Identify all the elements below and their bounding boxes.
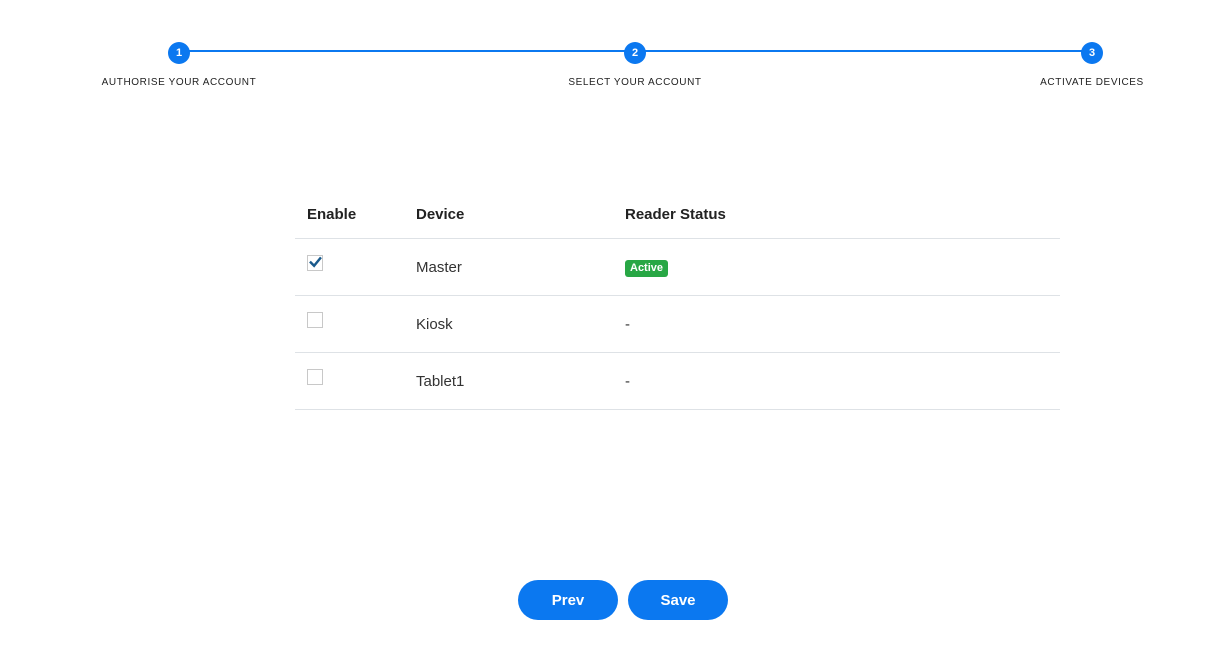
enable-cell [295, 238, 404, 296]
reader-status: - [613, 295, 1060, 353]
prev-button[interactable]: Prev [518, 580, 618, 620]
checkmark-icon [309, 256, 322, 268]
step-3-label: ACTIVATE DEVICES [1040, 77, 1144, 88]
step-2-circle: 2 [624, 42, 646, 64]
step-2-label: SELECT YOUR ACCOUNT [568, 77, 702, 88]
reader-status-cell: Active [613, 238, 1060, 296]
device-name: Kiosk [404, 295, 613, 353]
step-3-circle: 3 [1081, 42, 1103, 64]
reader-status: - [613, 352, 1060, 410]
enable-checkbox-tablet1[interactable] [307, 369, 323, 385]
enable-checkbox-master[interactable] [307, 255, 323, 271]
device-table: Enable Device Reader Status Master Activ… [295, 190, 1060, 410]
header-enable: Enable [295, 190, 404, 239]
save-button[interactable]: Save [628, 580, 728, 620]
step-1-circle: 1 [168, 42, 190, 64]
header-device: Device [404, 190, 613, 239]
header-reader-status: Reader Status [613, 190, 1060, 239]
progress-stepper: 1 AUTHORISE YOUR ACCOUNT 2 SELECT YOUR A… [0, 0, 1207, 110]
table-row: Master Active [295, 238, 1060, 296]
enable-cell [295, 352, 404, 410]
page: 1 AUTHORISE YOUR ACCOUNT 2 SELECT YOUR A… [0, 0, 1207, 651]
table-row: Kiosk - [295, 295, 1060, 353]
table-header-row: Enable Device Reader Status [295, 190, 1060, 239]
device-name: Master [404, 238, 613, 296]
enable-checkbox-kiosk[interactable] [307, 312, 323, 328]
step-1-label: AUTHORISE YOUR ACCOUNT [101, 77, 257, 88]
status-badge: Active [625, 259, 669, 277]
device-name: Tablet1 [404, 352, 613, 410]
enable-cell [295, 295, 404, 353]
table-row: Tablet1 - [295, 352, 1060, 410]
